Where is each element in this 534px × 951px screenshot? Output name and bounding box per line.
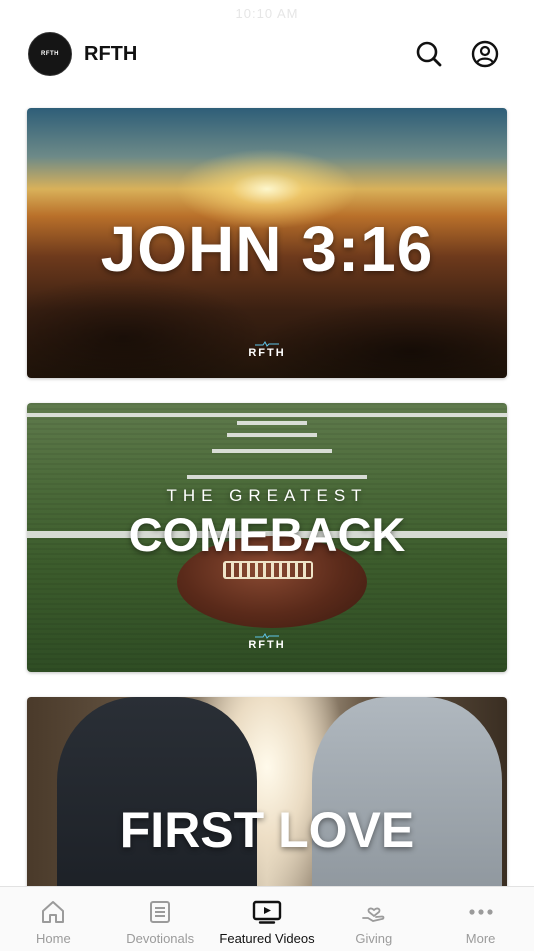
card-title: FIRST LOVE	[119, 802, 415, 858]
tab-label: More	[465, 931, 496, 946]
person-silhouette	[312, 697, 502, 897]
brand-text: RFTH	[248, 347, 286, 359]
search-icon	[416, 41, 442, 67]
app-title: RFTH	[84, 42, 138, 65]
tab-label: Giving	[355, 931, 393, 946]
card-title: JOHN 3:16	[100, 213, 434, 285]
person-silhouette	[57, 697, 257, 897]
tab-home[interactable]: Home	[0, 887, 107, 951]
logo[interactable]: RFTH	[28, 32, 72, 76]
brand-watermark: RFTH	[27, 341, 507, 359]
yard-line	[237, 421, 307, 425]
yard-line	[212, 449, 332, 453]
tab-giving[interactable]: Giving	[320, 887, 427, 951]
tab-devotionals[interactable]: Devotionals	[107, 887, 214, 951]
more-dots-icon	[468, 909, 493, 915]
card-title: COMEBACK	[128, 508, 406, 561]
app-header: RFTH RFTH	[28, 28, 500, 80]
yard-line	[27, 413, 507, 417]
brand-watermark: RFTH	[27, 633, 507, 651]
search-button[interactable]	[414, 39, 444, 69]
tab-label: Featured Videos	[219, 931, 315, 946]
header-actions	[414, 39, 500, 69]
card-subtitle: THE GREATEST	[166, 486, 368, 505]
brand-text: RFTH	[248, 639, 286, 651]
user-circle-icon	[471, 40, 499, 68]
bottom-tab-bar: Home Devotionals Featured Videos Giving …	[0, 886, 534, 951]
video-card-greatest-comeback[interactable]: THE GREATEST COMEBACK RFTH	[27, 403, 507, 672]
tab-label: Devotionals	[126, 931, 195, 946]
video-card-first-love[interactable]: FIRST LOVE	[27, 697, 507, 897]
status-time: 10:10 AM	[235, 6, 299, 21]
heart-hand-icon	[361, 907, 385, 922]
yard-line	[187, 475, 367, 479]
yard-line	[227, 433, 317, 437]
home-icon	[42, 901, 65, 923]
profile-button[interactable]	[470, 39, 500, 69]
video-card-john-316[interactable]: JOHN 3:16 RFTH	[27, 108, 507, 378]
tab-featured-videos[interactable]: Featured Videos	[214, 887, 321, 951]
tab-label: Home	[36, 931, 71, 946]
logo-text: RFTH	[41, 51, 59, 57]
tab-more[interactable]: More	[427, 887, 534, 951]
tv-play-icon	[252, 900, 282, 924]
book-icon	[150, 901, 171, 923]
football-laces	[223, 561, 313, 579]
